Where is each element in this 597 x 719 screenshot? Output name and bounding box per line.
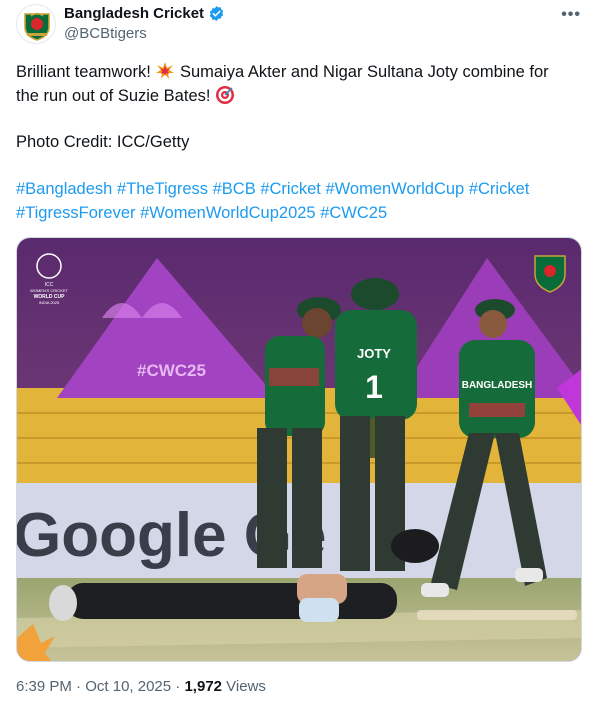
jersey-name: JOTY (357, 346, 391, 361)
bcb-logo-avatar[interactable] (16, 4, 56, 44)
badge-line: WOMEN'S CRICKET (30, 288, 68, 293)
tweet-header: Bangladesh Cricket @BCBtigers ••• (16, 4, 581, 44)
collision-emoji (156, 62, 175, 79)
player-figure: JOTY 1 (335, 278, 417, 571)
hashtag-link[interactable]: #TigressForever (16, 204, 136, 222)
tweet-text: Brilliant teamwork! Sumaiya Akter and Ni… (16, 60, 582, 108)
display-name[interactable]: Bangladesh Cricket (64, 5, 204, 22)
hashtag-link[interactable]: #TheTigress (117, 180, 208, 198)
hashtag-link[interactable]: #WomenWorldCup (325, 180, 464, 198)
tweet-text-part: Brilliant teamwork! (16, 63, 156, 81)
account-handle[interactable]: @BCBtigers (64, 25, 147, 42)
name-row: Bangladesh Cricket (64, 5, 225, 22)
tweet-time[interactable]: 6:39 PM (16, 678, 72, 695)
target-emoji (216, 86, 235, 104)
tweet-date[interactable]: Oct 10, 2025 (85, 678, 171, 695)
views-count: 1,972 (184, 678, 223, 695)
jersey-number: 1 (365, 369, 383, 405)
badge-line: INDIA 2025 (39, 300, 60, 305)
views-label: Views (222, 678, 266, 695)
meta-separator: · (171, 678, 185, 695)
hashtag-link[interactable]: #WomenWorldCup2025 (140, 204, 316, 222)
hashtag-link[interactable]: #Cricket (469, 180, 530, 198)
verified-badge-icon (209, 6, 224, 21)
hashtag-link[interactable]: #CWC25 (320, 204, 387, 222)
tweet-photo[interactable]: #CWC25 ICC WOMEN'S CRICKET WORLD CUP IND… (16, 237, 582, 662)
cricket-photo: #CWC25 ICC WOMEN'S CRICKET WORLD CUP IND… (17, 238, 581, 661)
hashtags: #Bangladesh #TheTigress #BCB #Cricket #W… (16, 177, 582, 225)
hashtag-link[interactable]: #BCB (213, 180, 256, 198)
jersey-text: BANGLADESH (462, 380, 533, 391)
more-icon[interactable]: ••• (561, 6, 581, 24)
hashtag-link[interactable]: #Cricket (260, 180, 321, 198)
meta-separator: · (71, 678, 86, 695)
hashtag-link[interactable]: #Bangladesh (16, 180, 112, 198)
tweet-text-part: Sumaiya Akter and Nigar Sultana Joty com… (175, 63, 549, 81)
tweet-meta: 6:39 PM · Oct 10, 2025 · 1,972 Views (16, 678, 266, 695)
photo-credit: Photo Credit: ICC/Getty (16, 133, 190, 151)
tweet-text-part: the run out of Suzie Bates! (16, 87, 216, 105)
tent-text: #CWC25 (137, 361, 206, 380)
